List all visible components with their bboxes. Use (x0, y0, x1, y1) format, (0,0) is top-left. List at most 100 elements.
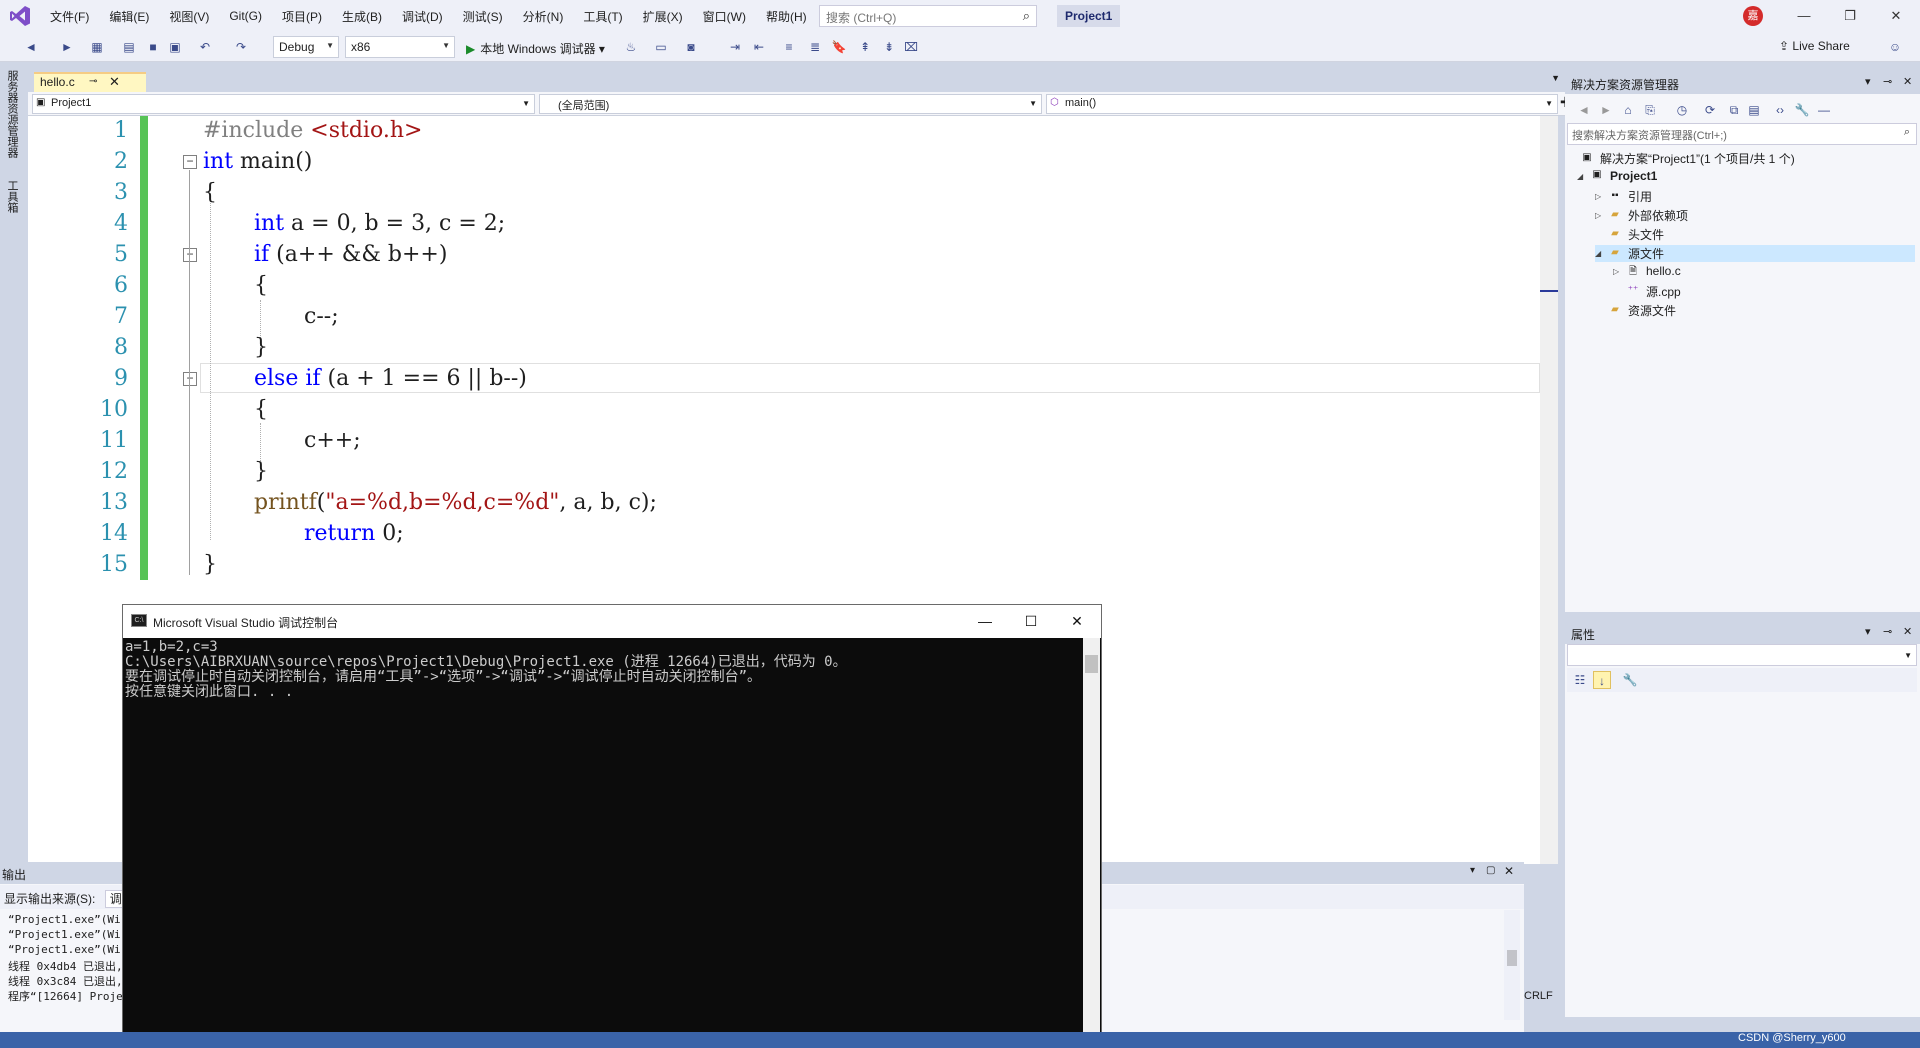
menu-tools[interactable]: 工具(T) (573, 8, 632, 25)
forward-icon[interactable]: ► (1597, 101, 1615, 119)
switch-views-icon[interactable]: ⎘ (1641, 101, 1659, 119)
maximize-icon[interactable]: ☐ (1008, 605, 1054, 638)
chevron-down-icon[interactable]: ▾ (1865, 75, 1871, 88)
pin-icon[interactable]: ⊸ (1883, 75, 1892, 88)
minimize-icon[interactable]: — (1786, 4, 1822, 28)
start-debugging-button[interactable]: ▶ 本地 Windows 调试器 ▾ (462, 37, 609, 59)
pending-changes-icon[interactable]: ◷ (1673, 101, 1691, 119)
tree-item-source-cpp[interactable]: ⁺⁺ 源.cpp (1625, 283, 1681, 300)
pin-icon[interactable]: ⊸ (1883, 625, 1892, 638)
chevron-down-icon[interactable]: ▾ (1865, 625, 1871, 638)
feedback-icon[interactable]: ☺ (1886, 38, 1904, 56)
user-avatar[interactable]: 嘉 (1743, 6, 1763, 26)
menu-window[interactable]: 窗口(W) (693, 8, 756, 25)
sync-icon[interactable]: ⟳ (1701, 101, 1719, 119)
browse-icon[interactable]: ▭ (652, 38, 670, 56)
line-ending-indicator[interactable]: CRLF (1524, 990, 1553, 1002)
platform-dropdown[interactable]: x86 ▼ (345, 36, 455, 58)
maximize-icon[interactable]: ▢ (1486, 865, 1495, 876)
console-output[interactable]: a=1,b=2,c=3 C:\Users\AIBRXUAN\source\rep… (123, 638, 1083, 1048)
alphabetical-icon[interactable]: ↓ (1593, 671, 1611, 689)
step-over-icon[interactable]: ⇤ (750, 38, 768, 56)
tree-item-hello-c[interactable]: ▷ 🗎 hello.c (1613, 264, 1681, 278)
back-icon[interactable]: ◄ (22, 38, 40, 56)
tree-item-resource-files[interactable]: ▰ 资源文件 (1607, 302, 1676, 319)
tab-hello-c[interactable]: hello.c ⊸ ✕ (34, 72, 146, 92)
close-icon[interactable]: ✕ (1903, 75, 1912, 88)
collapse-icon[interactable]: − (183, 248, 197, 262)
collapse-icon[interactable]: − (183, 155, 197, 169)
prev-bookmark-icon[interactable]: ⇞ (856, 38, 874, 56)
solution-search-input[interactable]: 搜索解决方案资源管理器(Ctrl+;) ⌕ (1567, 123, 1917, 145)
properties-object-dropdown[interactable]: ▼ (1567, 644, 1917, 666)
menu-file[interactable]: 文件(F) (40, 8, 99, 25)
tree-item-solution[interactable]: ▣ 解决方案“Project1”(1 个项目/共 1 个) (1579, 150, 1794, 167)
uncomment-icon[interactable]: ≣ (806, 38, 824, 56)
home-icon[interactable]: ⌂ (1619, 101, 1637, 119)
chevron-down-icon[interactable]: ▾ (1470, 865, 1475, 876)
minimize-icon[interactable]: — (962, 605, 1008, 638)
properties-wrench-icon[interactable]: 🔧 (1793, 101, 1811, 119)
menu-project[interactable]: 项目(P) (272, 8, 332, 25)
console-title-bar[interactable]: Microsoft Visual Studio 调试控制台 (123, 605, 1101, 638)
menu-edit[interactable]: 编辑(E) (99, 8, 159, 25)
tree-item-source-files[interactable]: ◢ ▰ 源文件 (1595, 245, 1915, 262)
configuration-dropdown[interactable]: Debug ▼ (273, 36, 339, 58)
editor-vertical-scrollbar[interactable] (1540, 116, 1558, 864)
tree-item-external-deps[interactable]: ▷ ▰ 外部依赖项 (1595, 207, 1688, 224)
project-dropdown[interactable]: ▣ Project1 ▼ (32, 94, 535, 114)
fire-icon[interactable]: ♨ (622, 38, 640, 56)
menu-analyze[interactable]: 分析(N) (513, 8, 574, 25)
menu-help[interactable]: 帮助(H) (756, 8, 817, 25)
close-icon[interactable]: ✕ (1878, 4, 1914, 28)
tree-item-project[interactable]: ◢ ▣ Project1 (1577, 169, 1657, 183)
close-icon[interactable]: ✕ (1504, 864, 1514, 878)
member-dropdown[interactable]: ⬡ main() ▼ (1046, 94, 1558, 114)
visual-studio-logo-icon[interactable] (9, 5, 31, 27)
categorized-icon[interactable]: ☷ (1571, 671, 1589, 689)
new-project-icon[interactable]: ▦ (88, 38, 106, 56)
open-folder-icon[interactable]: ▤ (120, 38, 138, 56)
pin-icon[interactable]: ⊸ (89, 76, 97, 87)
menu-git[interactable]: Git(G) (219, 9, 272, 23)
menu-build[interactable]: 生成(B) (332, 8, 392, 25)
save-all-icon[interactable]: ▣ (166, 38, 184, 56)
console-scrollbar[interactable] (1083, 638, 1100, 1048)
step-into-icon[interactable]: ⇥ (726, 38, 744, 56)
next-bookmark-icon[interactable]: ⇟ (880, 38, 898, 56)
forward-icon[interactable]: ► (58, 38, 76, 56)
save-icon[interactable]: ■ (144, 38, 162, 56)
close-tab-icon[interactable]: ✕ (109, 74, 120, 90)
toolbox-tab[interactable]: 工具箱 (6, 180, 20, 213)
tab-list-dropdown-icon[interactable]: ▼ (1551, 73, 1560, 83)
clear-bookmarks-icon[interactable]: ⌧ (902, 38, 920, 56)
close-icon[interactable]: ✕ (1903, 625, 1912, 638)
code-icon[interactable]: ‹› (1771, 101, 1789, 119)
output-scroll-thumb[interactable] (1507, 950, 1517, 966)
bookmark-icon[interactable]: 🔖 (830, 38, 848, 56)
collapse-icon[interactable]: − (183, 372, 197, 386)
tree-item-references[interactable]: ▷ ▪▪ 引用 (1595, 188, 1652, 205)
global-search-input[interactable]: 搜索 (Ctrl+Q) ⌕ (819, 5, 1037, 27)
menu-extensions[interactable]: 扩展(X) (633, 8, 693, 25)
live-share-button[interactable]: ⇪ Live Share (1779, 39, 1850, 53)
server-explorer-tab[interactable]: 服务器资源管理器 (6, 70, 20, 158)
show-all-files-icon[interactable]: ▤ (1745, 101, 1763, 119)
restore-icon[interactable]: ❐ (1832, 4, 1868, 28)
undo-icon[interactable]: ↶ (196, 38, 214, 56)
redo-icon[interactable]: ↷ (232, 38, 250, 56)
console-scroll-thumb[interactable] (1085, 655, 1098, 673)
property-pages-icon[interactable]: 🔧 (1621, 671, 1639, 689)
scope-dropdown[interactable]: (全局范围) ▼ (539, 94, 1042, 114)
collapse-all-icon[interactable]: ⧉ (1725, 101, 1743, 119)
menu-view[interactable]: 视图(V) (159, 8, 219, 25)
menu-test[interactable]: 测试(S) (453, 8, 513, 25)
dash-icon[interactable]: — (1815, 101, 1833, 119)
tree-item-header-files[interactable]: ▰ 头文件 (1607, 226, 1664, 243)
comment-icon[interactable]: ≡ (780, 38, 798, 56)
back-icon[interactable]: ◄ (1575, 101, 1593, 119)
close-icon[interactable]: ✕ (1054, 605, 1100, 638)
screenshot-icon[interactable]: ◙ (682, 38, 700, 56)
menu-debug[interactable]: 调试(D) (392, 8, 453, 25)
output-scrollbar[interactable] (1504, 910, 1520, 1020)
